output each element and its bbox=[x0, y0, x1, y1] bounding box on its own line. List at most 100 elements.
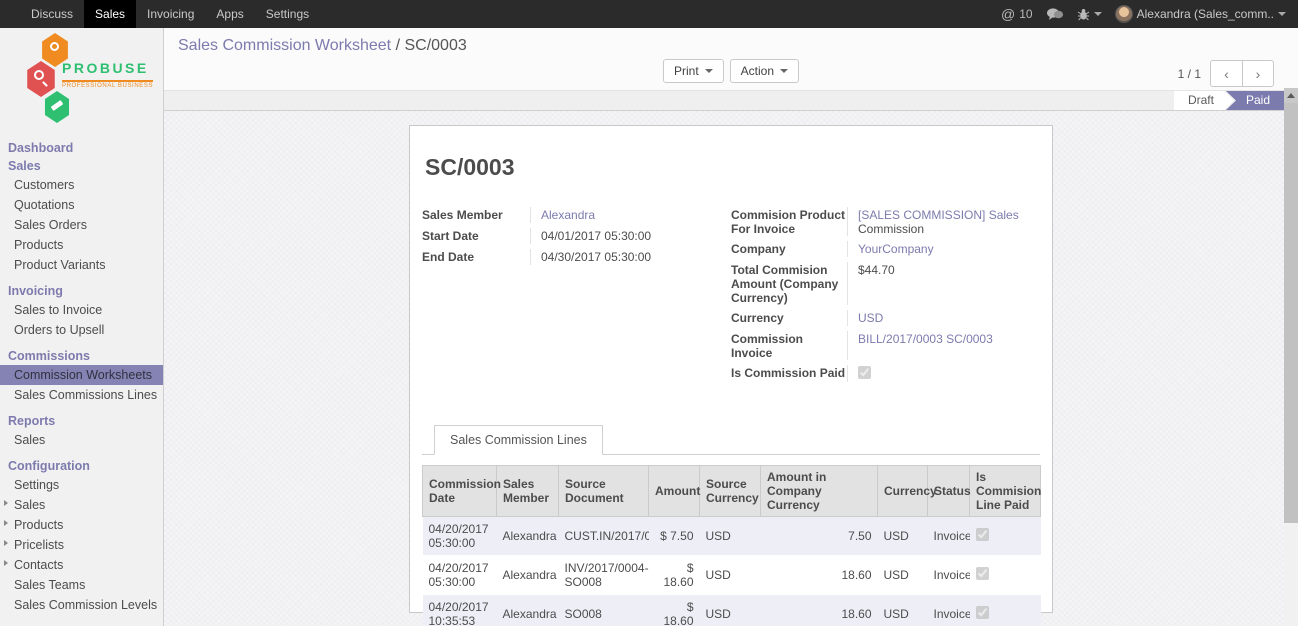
line-paid-checkbox[interactable] bbox=[976, 606, 989, 619]
sidebar-item-config-sales[interactable]: Sales bbox=[0, 495, 163, 515]
print-button[interactable]: Print bbox=[663, 59, 724, 83]
sidebar-item-products[interactable]: Products bbox=[0, 235, 163, 255]
cell-member: Alexandra bbox=[497, 517, 559, 556]
is-commission-paid-checkbox[interactable] bbox=[858, 366, 871, 379]
field-label-sales-member: Sales Member bbox=[422, 207, 530, 223]
company-logo: PROBUSE PROFESSIONAL BUSINESS bbox=[0, 28, 163, 132]
scroll-up-button[interactable] bbox=[1284, 88, 1298, 103]
logo-hex-tool bbox=[43, 91, 71, 123]
sidebar-item-sales-commission-levels[interactable]: Sales Commission Levels bbox=[0, 595, 163, 615]
main-panel: Sales Commission Worksheet / SC/0003 Pri… bbox=[164, 28, 1298, 626]
sidebar-item-config-pricelists[interactable]: Pricelists bbox=[0, 535, 163, 555]
col-currency[interactable]: Currency bbox=[878, 466, 928, 517]
field-value-commission-product[interactable]: [SALES COMMISSION] Sales bbox=[858, 208, 1019, 222]
expand-caret-icon bbox=[4, 560, 8, 566]
sidebar-item-config-contacts[interactable]: Contacts bbox=[0, 555, 163, 575]
menu-apps[interactable]: Apps bbox=[205, 0, 254, 28]
logo-title: PROBUSE bbox=[62, 60, 149, 76]
at-icon: @ bbox=[1001, 6, 1015, 22]
col-status[interactable]: Status bbox=[928, 466, 970, 517]
col-is-commission-line-paid[interactable]: Is Commision Line Paid bbox=[970, 466, 1041, 517]
cell-source: INV/2017/0004-SO008 bbox=[559, 556, 649, 595]
cell-status: Invoiced bbox=[928, 595, 970, 626]
field-value-company[interactable]: YourCompany bbox=[858, 242, 934, 256]
chevron-down-icon bbox=[1278, 12, 1286, 16]
col-commission-date[interactable]: Commission Date bbox=[423, 466, 497, 517]
status-paid[interactable]: Paid bbox=[1226, 91, 1284, 110]
col-sales-member[interactable]: Sales Member bbox=[497, 466, 559, 517]
cell-source-currency: USD bbox=[700, 556, 761, 595]
expand-caret-icon bbox=[4, 500, 8, 506]
cell-date: 04/20/2017 10:35:53 bbox=[423, 595, 497, 626]
sidebar-item-config-products[interactable]: Products bbox=[0, 515, 163, 535]
sidebar-item-sales-commissions-lines[interactable]: Sales Commissions Lines bbox=[0, 385, 163, 405]
sidebar-item-orders-to-upsell[interactable]: Orders to Upsell bbox=[0, 320, 163, 340]
menu-invoicing[interactable]: Invoicing bbox=[136, 0, 205, 28]
col-amount-company-currency[interactable]: Amount in Company Currency bbox=[761, 466, 878, 517]
col-amount[interactable]: Amount bbox=[649, 466, 700, 517]
sidebar-item-product-variants[interactable]: Product Variants bbox=[0, 255, 163, 275]
breadcrumb-parent[interactable]: Sales Commission Worksheet bbox=[178, 37, 391, 54]
status-bar: Draft Paid bbox=[164, 90, 1298, 111]
table-row[interactable]: 04/20/2017 05:30:00 Alexandra INV/2017/0… bbox=[423, 556, 1041, 595]
field-value-currency[interactable]: USD bbox=[858, 311, 883, 325]
sidebar: PROBUSE PROFESSIONAL BUSINESS Dashboard … bbox=[0, 28, 164, 626]
pager-previous-button[interactable]: ‹ bbox=[1211, 61, 1242, 86]
logo-hex-magnifier bbox=[25, 61, 57, 97]
mentions-counter[interactable]: @ 10 bbox=[1001, 6, 1033, 22]
line-paid-checkbox[interactable] bbox=[976, 567, 989, 580]
cell-company-amount: 18.60 bbox=[761, 556, 878, 595]
menu-settings[interactable]: Settings bbox=[255, 0, 320, 28]
action-button[interactable]: Action bbox=[730, 59, 799, 83]
cell-amount: $ 18.60 bbox=[649, 595, 700, 626]
col-source-document[interactable]: Source Document bbox=[559, 466, 649, 517]
sidebar-item-settings[interactable]: Settings bbox=[0, 475, 163, 495]
sidebar-item-reports-sales[interactable]: Sales bbox=[0, 430, 163, 450]
field-label-currency: Currency bbox=[731, 310, 847, 326]
field-value-commission-product-rest: Commission bbox=[858, 222, 924, 236]
sidebar-item-sales-orders[interactable]: Sales Orders bbox=[0, 215, 163, 235]
col-source-currency[interactable]: Source Currency bbox=[700, 466, 761, 517]
field-value-end-date: 04/30/2017 05:30:00 bbox=[530, 249, 709, 265]
menu-sales[interactable]: Sales bbox=[84, 0, 136, 28]
cell-currency: USD bbox=[878, 595, 928, 626]
vertical-scrollbar[interactable] bbox=[1284, 88, 1298, 626]
scrollbar-thumb[interactable] bbox=[1284, 103, 1298, 523]
status-draft[interactable]: Draft bbox=[1174, 91, 1234, 110]
cell-amount: $ 7.50 bbox=[649, 517, 700, 556]
sidebar-item-sales-to-invoice[interactable]: Sales to Invoice bbox=[0, 300, 163, 320]
sidebar-header-configuration[interactable]: Configuration bbox=[0, 457, 163, 475]
sidebar-item-sales-teams[interactable]: Sales Teams bbox=[0, 575, 163, 595]
cell-company-amount: 18.60 bbox=[761, 595, 878, 626]
sidebar-header-sales[interactable]: Sales bbox=[0, 157, 163, 175]
control-panel: Print Action 1 / 1 ‹ › bbox=[164, 57, 1298, 90]
sidebar-item-quotations[interactable]: Quotations bbox=[0, 195, 163, 215]
table-row[interactable]: 04/20/2017 10:35:53 Alexandra SO008 $ 18… bbox=[423, 595, 1041, 626]
pager-next-button[interactable]: › bbox=[1242, 61, 1273, 86]
sidebar-header-commissions[interactable]: Commissions bbox=[0, 347, 163, 365]
sidebar-item-commission-worksheets[interactable]: Commission Worksheets bbox=[0, 365, 163, 385]
expand-caret-icon bbox=[4, 520, 8, 526]
cell-status: Invoiced bbox=[928, 517, 970, 556]
sidebar-header-dashboard[interactable]: Dashboard bbox=[0, 139, 163, 157]
cell-source-currency: USD bbox=[700, 517, 761, 556]
cell-currency: USD bbox=[878, 556, 928, 595]
tab-sales-commission-lines[interactable]: Sales Commission Lines bbox=[434, 425, 603, 455]
table-row[interactable]: 04/20/2017 05:30:00 Alexandra CUST.IN/20… bbox=[423, 517, 1041, 556]
form-sheet: SC/0003 Sales Member Alexandra Start Dat… bbox=[409, 125, 1053, 613]
line-paid-checkbox[interactable] bbox=[976, 528, 989, 541]
form-view: SC/0003 Sales Member Alexandra Start Dat… bbox=[164, 111, 1298, 626]
field-value-sales-member[interactable]: Alexandra bbox=[541, 208, 595, 222]
avatar bbox=[1115, 5, 1133, 23]
sidebar-item-customers[interactable]: Customers bbox=[0, 175, 163, 195]
debug-menu[interactable] bbox=[1077, 8, 1102, 21]
sidebar-header-reports[interactable]: Reports bbox=[0, 412, 163, 430]
cell-status: Invoiced bbox=[928, 556, 970, 595]
cell-date: 04/20/2017 05:30:00 bbox=[423, 517, 497, 556]
messages-icon[interactable] bbox=[1046, 7, 1064, 21]
chevron-down-icon bbox=[780, 69, 788, 73]
user-menu[interactable]: Alexandra (Sales_comm.. bbox=[1115, 5, 1286, 23]
menu-discuss[interactable]: Discuss bbox=[20, 0, 84, 28]
field-value-commission-invoice[interactable]: BILL/2017/0003 SC/0003 bbox=[858, 332, 993, 346]
sidebar-header-invoicing[interactable]: Invoicing bbox=[0, 282, 163, 300]
